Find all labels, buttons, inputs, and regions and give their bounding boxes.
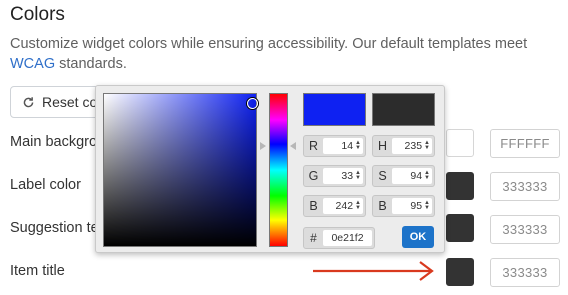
hue-slider-left-arrow-icon[interactable]: [260, 142, 266, 150]
red-field-label: R: [308, 139, 319, 153]
item-title-hex-input[interactable]: 333333: [490, 258, 560, 287]
brightness-field[interactable]: B 95 ▲ ▼: [372, 195, 435, 217]
main-background-hex-input[interactable]: FFFFFF: [490, 129, 560, 158]
suggestion-text-swatch[interactable]: [446, 214, 474, 242]
saturation-field[interactable]: S 94 ▲ ▼: [372, 165, 435, 187]
reset-button-label: Reset co: [42, 94, 98, 110]
item-title-swatch[interactable]: [446, 258, 474, 286]
label-color-hex-input[interactable]: 333333: [490, 172, 560, 201]
hex-field[interactable]: # 0e21f2: [303, 227, 375, 249]
description-text: Customize widget colors while ensuring a…: [10, 36, 528, 52]
saturation-value[interactable]: 94: [410, 170, 422, 182]
description-text-end: standards.: [55, 56, 127, 72]
main-background-swatch[interactable]: [446, 129, 474, 157]
new-color-preview: [303, 93, 366, 126]
red-value[interactable]: 14: [341, 140, 353, 152]
hex-field-label: #: [310, 231, 317, 245]
red-spinner-icon[interactable]: ▲ ▼: [355, 140, 361, 151]
section-title: Colors: [10, 4, 65, 25]
hue-slider-right-arrow-icon[interactable]: [290, 142, 296, 150]
brightness-spinner-icon[interactable]: ▲ ▼: [424, 200, 430, 211]
red-field[interactable]: R 14 ▲ ▼: [303, 135, 366, 157]
annotation-arrow-icon: [313, 261, 434, 281]
hex-value[interactable]: 0e21f2: [323, 230, 372, 246]
color-picker-popup: R 14 ▲ ▼ G 33 ▲ ▼ B 242 ▲ ▼ H 235 ▲ ▼ S 94 ▲ ▼ B 9…: [95, 85, 445, 253]
current-color-preview: [372, 93, 435, 126]
green-field[interactable]: G 33 ▲ ▼: [303, 165, 366, 187]
label-color-label: Label color: [10, 177, 81, 193]
main-background-label: Main backgro: [10, 134, 98, 150]
section-description: Customize widget colors while ensuring a…: [10, 34, 555, 74]
saturation-field-label: S: [378, 169, 387, 183]
saturation-spinner-icon[interactable]: ▲ ▼: [424, 170, 430, 181]
blue-value[interactable]: 242: [336, 200, 354, 212]
ok-button[interactable]: OK: [402, 226, 434, 248]
hue-spinner-icon[interactable]: ▲ ▼: [424, 140, 430, 151]
hue-field[interactable]: H 235 ▲ ▼: [372, 135, 435, 157]
item-title-label: Item title: [10, 263, 65, 279]
brightness-value[interactable]: 95: [410, 200, 422, 212]
green-field-label: G: [308, 169, 319, 183]
blue-field-label: B: [309, 199, 318, 213]
color-cursor[interactable]: [247, 98, 258, 109]
blue-field[interactable]: B 242 ▲ ▼: [303, 195, 366, 217]
green-value[interactable]: 33: [341, 170, 353, 182]
wcag-link[interactable]: WCAG: [10, 56, 55, 72]
suggestion-text-hex-input[interactable]: 333333: [490, 215, 560, 244]
blue-spinner-icon[interactable]: ▲ ▼: [355, 200, 361, 211]
brightness-field-label: B: [378, 199, 387, 213]
suggestion-text-label: Suggestion te: [10, 220, 99, 236]
refresh-icon: [23, 96, 34, 107]
hue-field-label: H: [377, 139, 388, 153]
label-color-swatch[interactable]: [446, 172, 474, 200]
hue-value[interactable]: 235: [405, 140, 423, 152]
hue-slider[interactable]: [269, 93, 288, 247]
saturation-brightness-area[interactable]: [103, 93, 258, 247]
green-spinner-icon[interactable]: ▲ ▼: [355, 170, 361, 181]
